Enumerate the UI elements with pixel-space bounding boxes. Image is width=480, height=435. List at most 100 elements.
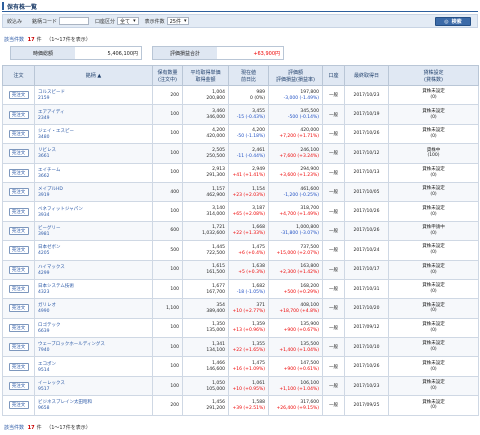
lend-cell: 貸株未設定 (0) [388,104,479,125]
col-name[interactable]: 銘柄 ▲ [34,65,153,86]
stock-name-link[interactable]: ハイマックス [38,264,152,270]
stock-name-link[interactable]: 日本システム技術 [38,283,152,289]
stock-name-link[interactable]: コルスピード [38,89,152,95]
lend-status: 貸株未設定 [422,128,445,134]
price-cell: 1,355 +22 (+1.65%) [228,337,269,358]
search-button[interactable]: ◎ 検索 [435,17,471,26]
sell-order-button[interactable]: 売注文 [8,265,29,274]
value-cell: 737,500 +15,000 (+2.07%) [268,240,323,261]
table-row: 売注文 ベネフィットジャパン 3934 100 3,140 314,000 3,187 +65… [2,201,479,222]
avg-cell: 1,615 161,500 [182,259,229,280]
col-order: 注文 [2,65,35,86]
stock-name-link[interactable]: リビレス [38,147,152,153]
price-cell: 1,359 +13 (+0.96%) [228,317,269,339]
valuation: 420,000 [300,128,319,134]
valuation: 408,100 [300,302,319,308]
sell-order-button[interactable]: 売注文 [8,168,29,177]
sell-order-button[interactable]: 売注文 [8,129,29,138]
lend-count: (100) [427,153,440,159]
table-row: 売注文 ジェイ・エスピー 3480 100 4,200 420,000 4,200 -50 (… [2,123,479,145]
lend-count: (0) [430,347,437,353]
sell-order-button[interactable]: 売注文 [8,110,29,119]
price-cell: 989 0 (0%) [228,84,269,106]
acquisition-amount: 146,600 [206,367,225,373]
valuation-pl: +2,300 (+1.42%) [279,270,319,276]
value-cell: 147,500 +900 (+0.61%) [268,356,323,377]
stock-name-link[interactable]: エイチーム [38,167,152,173]
valuation: 318,700 [300,206,319,212]
account-cell: 一般 [322,181,345,203]
order-cell: 売注文 [2,84,35,106]
acquisition-amount: 250,500 [206,153,225,159]
valuation: 246,100 [300,147,319,153]
code-label: 銘柄コード [32,18,58,25]
valuation-pl: -31,800 (-3.07%) [280,231,319,237]
account-cell: 一般 [322,298,345,319]
stock-name-link[interactable]: ベネフィットジャパン [38,206,152,212]
stock-name-link[interactable]: ジェイ・エスピー [38,128,152,134]
date-cell: 2017/10/20 [344,298,389,319]
per-page-select[interactable]: 25件 ▾ [166,17,190,25]
sell-order-button[interactable]: 売注文 [8,401,29,410]
qty-cell: 1,100 [152,298,183,319]
day-change: +41 (+1.41%) [232,173,265,179]
col-account: 口座 [322,65,345,86]
current-price: 1,638 [252,264,265,270]
day-change: -11 (-0.44%) [236,153,265,159]
sell-order-button[interactable]: 売注文 [8,285,29,294]
stock-name-link[interactable]: ウェーブロックホールディングス [38,341,152,347]
sell-order-button[interactable]: 売注文 [8,343,29,352]
stock-name-link[interactable]: ビーグリー [38,225,152,231]
order-cell: 売注文 [2,375,35,397]
stock-name-link[interactable]: エアアイディ [38,109,152,115]
stock-name-link[interactable]: エコポン [38,361,152,367]
sell-order-button[interactable]: 売注文 [8,188,29,197]
stock-code: 2349 [38,115,50,121]
narrow-label: 絞込み [7,18,23,25]
date-cell: 2017/10/05 [344,181,389,203]
sell-order-button[interactable]: 売注文 [8,382,29,391]
current-price: 4,200 [252,128,265,134]
order-cell: 売注文 [2,337,35,358]
valuation: 197,800 [300,89,319,95]
day-change: +10 (+2.77%) [232,308,265,314]
stock-cell: ガリレオ 4990 [34,298,153,319]
avg-price: 1,456 [212,399,225,405]
sell-order-button[interactable]: 売注文 [8,207,29,216]
stock-cell: メイプルHD 3919 [34,181,153,203]
price-cell: 1,638 +5 (+0.3%) [228,259,269,280]
account-cell: 一般 [322,104,345,125]
stock-name-link[interactable]: 日本ゼボン [38,244,152,250]
acquisition-amount: 722,500 [206,250,225,256]
stock-code: 7940 [38,348,50,354]
lend-count: (0) [430,289,437,295]
avg-price: 2,913 [212,167,225,173]
code-input[interactable] [59,17,90,25]
pl-total-box: 評価損益合計 +63,900円 [152,46,284,60]
sell-order-button[interactable]: 売注文 [8,362,29,371]
sell-order-button[interactable]: 売注文 [8,323,29,332]
stock-name-link[interactable]: ガリレオ [38,302,152,308]
sell-order-button[interactable]: 売注文 [8,149,29,158]
market-value-amount: 5,406,100円 [75,47,141,59]
qty-cell: 400 [152,181,183,203]
order-cell: 売注文 [2,259,35,280]
sell-order-button[interactable]: 売注文 [8,91,29,100]
stock-name-link[interactable]: ロゴテック [38,322,152,328]
stock-code: 4990 [38,309,50,315]
lend-status: 貸株未設定 [422,360,445,366]
lend-count: (0) [430,308,437,314]
sell-order-button[interactable]: 売注文 [8,226,29,235]
stock-name-link[interactable]: ビジネスブレイン太田昭和 [38,399,152,405]
date-cell: 2017/10/12 [344,143,389,164]
valuation-pl: -1,200 (-0.25%) [283,192,319,198]
sell-order-button[interactable]: 売注文 [8,246,29,255]
stock-name-link[interactable]: メイプルHD [38,186,152,192]
value-cell: 135,900 +900 (+0.67%) [268,317,323,339]
valuation-pl: +4,700 (+1.49%) [279,212,319,218]
market-select[interactable]: 全て ▾ [117,17,139,25]
sell-order-button[interactable]: 売注文 [8,304,29,313]
lend-count: (0) [430,133,437,139]
stock-name-link[interactable]: イーレックス [38,380,152,386]
day-change: +10 (+0.95%) [232,386,265,392]
